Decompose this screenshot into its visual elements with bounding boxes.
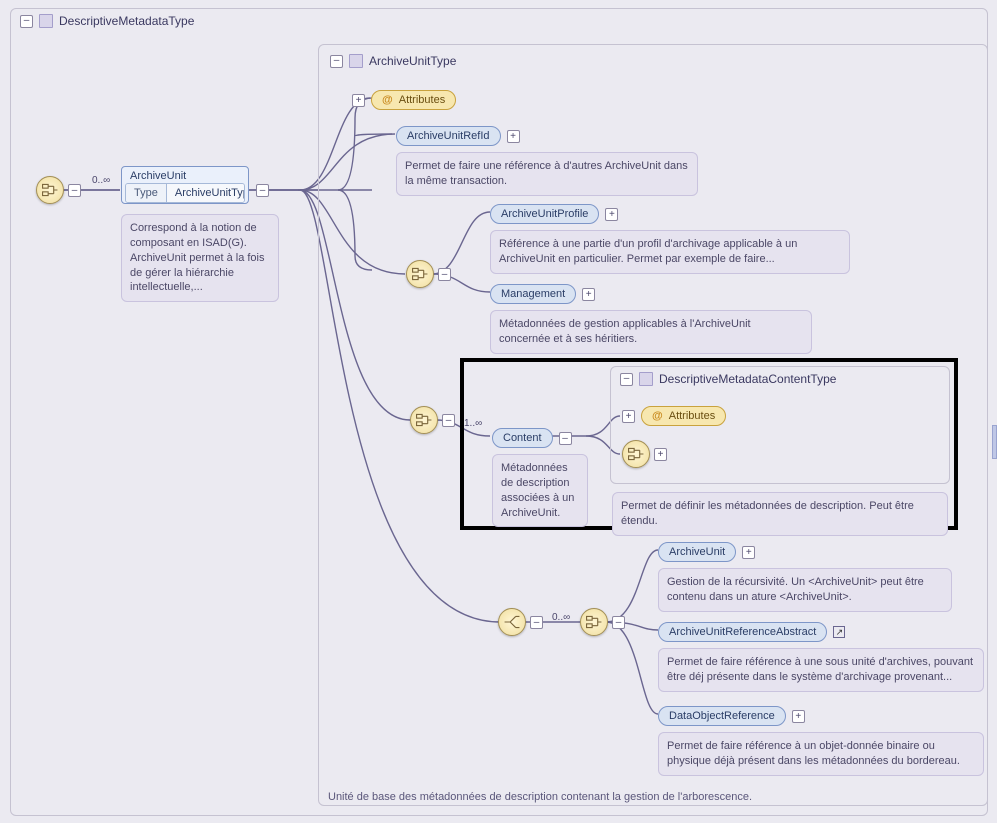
outer-title-row: DescriptiveMetadataType: [20, 14, 194, 28]
management-label: Management: [490, 284, 576, 304]
collapse-icon[interactable]: [620, 373, 633, 386]
complextype-icon: [39, 14, 53, 28]
expand-icon[interactable]: [792, 710, 805, 723]
expand-icon[interactable]: [507, 130, 520, 143]
archiveunitreferenceabstract-label: ArchiveUnitReferenceAbstract: [658, 622, 827, 642]
attributes-node[interactable]: @ Attributes: [352, 90, 456, 110]
attribute-icon: @: [382, 94, 393, 106]
collapse-icon[interactable]: [438, 268, 451, 281]
archiveunitprofile-label: ArchiveUnitProfile: [490, 204, 599, 224]
sequence-compositor-icon[interactable]: [36, 176, 64, 204]
content-type-title-row: DescriptiveMetadataContentType: [620, 372, 836, 386]
collapse-icon[interactable]: [330, 55, 343, 68]
content-desc: Métadonnées de description associées à u…: [492, 454, 588, 527]
archiveunitprofile-desc: Référence à une partie d'un profil d'arc…: [490, 230, 850, 274]
dataobjectreference-node[interactable]: DataObjectReference: [658, 706, 805, 726]
content-attributes-label: Attributes: [669, 410, 715, 422]
sequence-compositor-icon[interactable]: [410, 406, 438, 434]
type-value: ArchiveUnitType: [167, 184, 245, 202]
content-type-title: DescriptiveMetadataContentType: [659, 372, 836, 386]
complextype-icon: [639, 372, 653, 386]
content-type-desc: Permet de définir les métadonnées de des…: [612, 492, 948, 536]
management-node[interactable]: Management: [490, 284, 595, 304]
collapse-icon[interactable]: [612, 616, 625, 629]
archiveunit-element-block[interactable]: ArchiveUnit Type ArchiveUnitType: [121, 166, 249, 204]
expand-icon[interactable]: [605, 208, 618, 221]
cardinality-label: 1..∞: [464, 418, 482, 429]
inner-title-row: ArchiveUnitType: [330, 54, 456, 68]
collapse-icon[interactable]: [442, 414, 455, 427]
expand-icon[interactable]: [654, 448, 667, 461]
collapse-icon[interactable]: [20, 15, 33, 28]
archiveunit-child-label: ArchiveUnit: [658, 542, 736, 562]
inner-title: ArchiveUnitType: [369, 54, 456, 68]
sequence-compositor-icon[interactable]: [580, 608, 608, 636]
complextype-icon: [349, 54, 363, 68]
content-attributes-node[interactable]: @ Attributes: [622, 406, 726, 426]
attribute-icon: @: [652, 410, 663, 422]
dataobjectreference-label: DataObjectReference: [658, 706, 786, 726]
collapse-icon[interactable]: [68, 184, 81, 197]
cardinality-label: 0..∞: [92, 175, 110, 186]
archiveunitrefid-desc: Permet de faire une référence à d'autres…: [396, 152, 698, 196]
archiveunitrefid-node[interactable]: ArchiveUnitRefId: [396, 126, 520, 146]
scrollbar-thumb[interactable]: [992, 425, 997, 459]
sequence-compositor-icon[interactable]: [406, 260, 434, 288]
type-key: Type: [126, 184, 167, 202]
attributes-label: Attributes: [399, 94, 445, 106]
management-desc: Métadonnées de gestion applicables à l'A…: [490, 310, 812, 354]
inner-footer-text: Unité de base des métadonnées de descrip…: [328, 791, 978, 803]
outer-title: DescriptiveMetadataType: [59, 14, 194, 28]
content-label: Content: [492, 428, 553, 448]
archiveunit-desc: Correspond à la notion de composant en I…: [121, 214, 279, 302]
archiveunitreferenceabstract-node[interactable]: ArchiveUnitReferenceAbstract ↗: [658, 622, 845, 642]
collapse-icon[interactable]: [559, 432, 572, 445]
choice-compositor-icon[interactable]: [498, 608, 526, 636]
archiveunitprofile-node[interactable]: ArchiveUnitProfile: [490, 204, 618, 224]
archiveunitrefid-label: ArchiveUnitRefId: [396, 126, 501, 146]
expand-icon[interactable]: [582, 288, 595, 301]
collapse-icon[interactable]: [256, 184, 269, 197]
expand-icon[interactable]: [622, 410, 635, 423]
archiveunit-child-desc: Gestion de la récursivité. Un <ArchiveUn…: [658, 568, 952, 612]
content-node[interactable]: Content: [492, 428, 572, 448]
substitution-icon: ↗: [833, 626, 845, 638]
archiveunit-label: ArchiveUnit: [122, 167, 248, 183]
dataobjectreference-desc: Permet de faire référence à un objet-don…: [658, 732, 984, 776]
collapse-icon[interactable]: [530, 616, 543, 629]
archiveunit-child-node[interactable]: ArchiveUnit: [658, 542, 755, 562]
expand-icon[interactable]: [742, 546, 755, 559]
expand-icon[interactable]: [352, 94, 365, 107]
archiveunitreferenceabstract-desc: Permet de faire référence à une sous uni…: [658, 648, 984, 692]
sequence-compositor-icon[interactable]: [622, 440, 650, 468]
cardinality-label: 0..∞: [552, 612, 570, 623]
